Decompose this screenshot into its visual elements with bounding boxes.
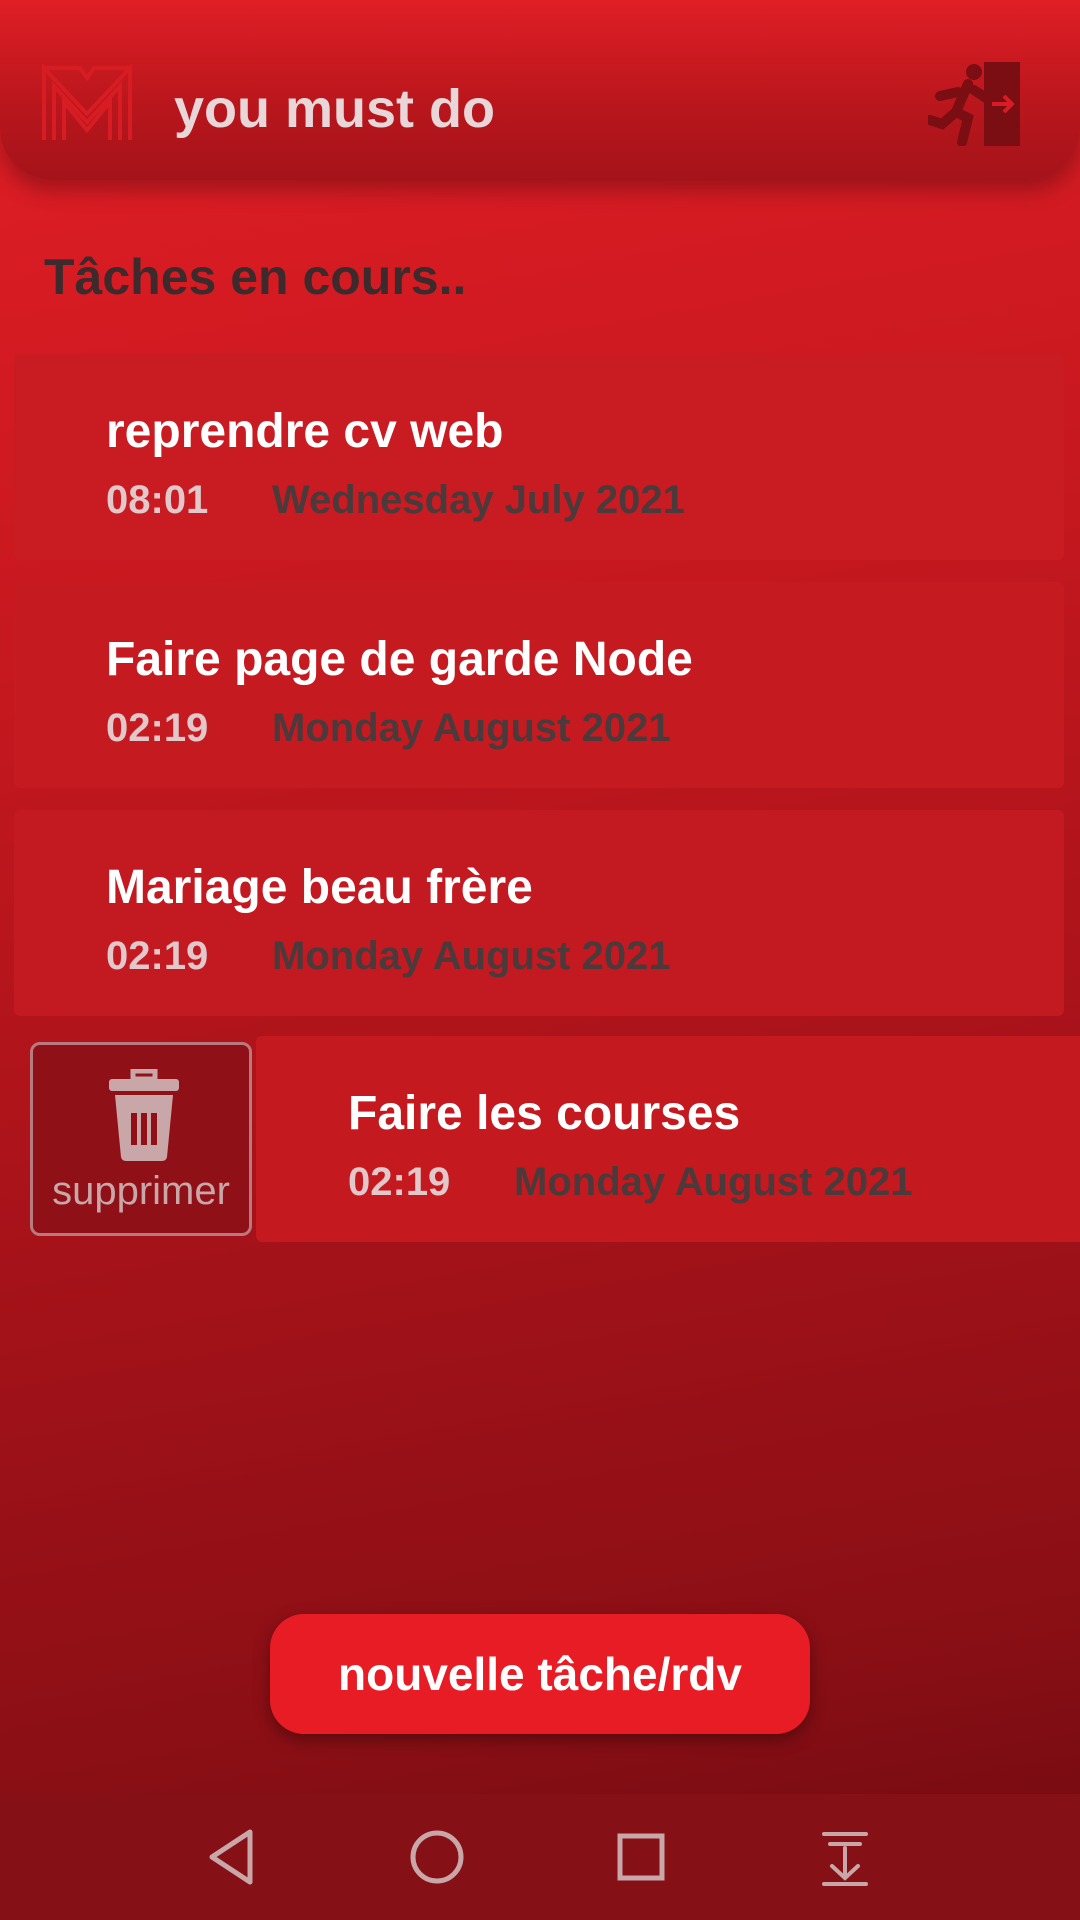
task-time: 02:19 [106, 706, 209, 750]
task-date: Wednesday July 2021 [272, 478, 685, 522]
task-time: 08:01 [106, 478, 209, 522]
recents-icon[interactable] [608, 1824, 674, 1890]
notification-pull-icon[interactable] [812, 1824, 878, 1890]
task-card[interactable]: Faire page de garde Node 02:19 Monday Au… [14, 582, 1064, 788]
task-name: reprendre cv web [106, 405, 504, 458]
task-time: 02:19 [348, 1160, 451, 1204]
task-card[interactable]: reprendre cv web 08:01 Wednesday July 20… [14, 354, 1064, 560]
delete-label: supprimer [52, 1169, 230, 1213]
task-card[interactable]: Mariage beau frère 02:19 Monday August 2… [14, 810, 1064, 1016]
task-name: Faire les courses [348, 1087, 741, 1140]
m-logo-icon [42, 64, 132, 140]
trash-icon [109, 1069, 179, 1161]
task-date: Monday August 2021 [272, 934, 671, 978]
back-icon[interactable] [200, 1824, 266, 1890]
task-date: Monday August 2021 [514, 1160, 913, 1204]
task-card[interactable]: Faire les courses 02:19 Monday August 20… [256, 1036, 1080, 1242]
task-name: Mariage beau frère [106, 861, 533, 914]
exit-door-icon[interactable] [928, 62, 1022, 146]
task-name: Faire page de garde Node [106, 633, 693, 686]
delete-button[interactable]: supprimer [30, 1042, 252, 1236]
task-date: Monday August 2021 [272, 706, 671, 750]
new-task-button[interactable]: nouvelle tâche/rdv [270, 1614, 810, 1734]
app-header: you must do [0, 0, 1080, 180]
home-icon[interactable] [404, 1824, 470, 1890]
task-time: 02:19 [106, 934, 209, 978]
section-title: Tâches en cours.. [44, 249, 467, 305]
app-title: you must do [174, 79, 495, 139]
system-nav-bar [0, 1794, 1080, 1920]
